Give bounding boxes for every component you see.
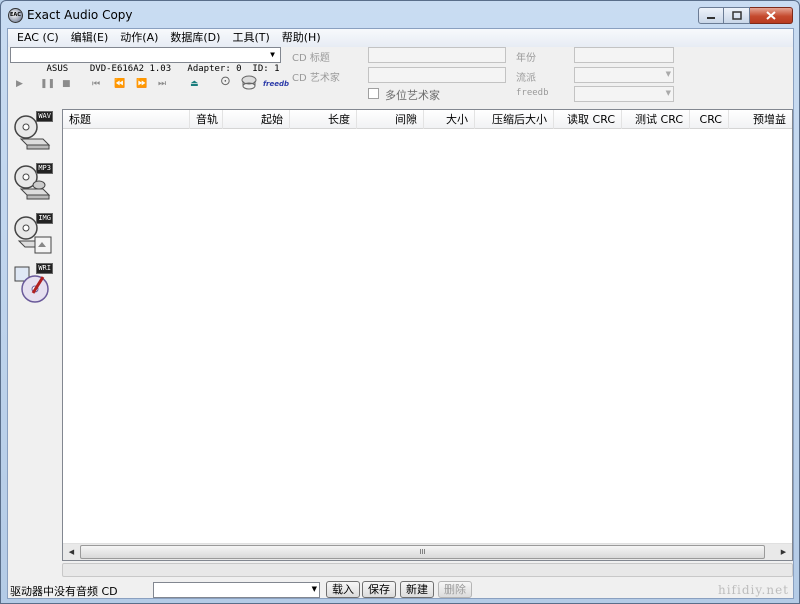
close-button[interactable] xyxy=(750,7,793,24)
menu-help[interactable]: 帮助(H) xyxy=(276,29,327,47)
client-area: EAC (C) 编辑(E) 动作(A) 数据库(D) 工具(T) 帮助(H) A… xyxy=(7,28,794,599)
menu-action[interactable]: 动作(A) xyxy=(114,29,164,47)
track-list[interactable]: 标题 音轨 起始 长度 间隙 大小 压缩后大小 读取 CRC 测试 CRC CR… xyxy=(62,109,793,561)
column-compressed-size[interactable]: 压缩后大小 xyxy=(475,110,554,129)
status-bar: 驱动器中没有音频 CD ▼ 载入 保存 新建 删除 xyxy=(8,580,793,599)
column-size[interactable]: 大小 xyxy=(424,110,475,129)
eac-logo-icon[interactable]: EAC xyxy=(8,8,23,23)
track-list-header: 标题 音轨 起始 长度 间隙 大小 压缩后大小 读取 CRC 测试 CRC CR… xyxy=(63,110,792,129)
menu-tools[interactable]: 工具(T) xyxy=(226,29,275,47)
copy-mp3-button[interactable]: MP3 xyxy=(13,163,53,207)
scroll-left-icon[interactable]: ◀ xyxy=(63,544,80,560)
copy-image-button[interactable]: IMG xyxy=(13,213,53,257)
pause-icon[interactable]: ❚❚ xyxy=(40,77,55,91)
close-icon xyxy=(766,11,776,20)
scroll-right-icon[interactable]: ▶ xyxy=(775,544,792,560)
load-button[interactable]: 载入 xyxy=(326,581,360,598)
column-length[interactable]: 长度 xyxy=(290,110,357,129)
delete-button[interactable]: 删除 xyxy=(438,581,472,598)
drive-select[interactable]: ASUS DVD-E616A2 1.03 Adapter: 0 ID: 1 ▼ xyxy=(10,47,281,74)
year-label: 年份 xyxy=(516,53,536,64)
mp3-tag: MP3 xyxy=(36,163,53,174)
scrollbar-thumb[interactable]: III xyxy=(80,545,765,559)
stop-icon[interactable]: ■ xyxy=(62,77,71,91)
progress-bar xyxy=(62,563,793,577)
profile-select[interactable]: ▼ xyxy=(153,582,320,598)
cd-title-field[interactable] xyxy=(368,47,506,63)
multi-artist-checkbox[interactable] xyxy=(368,88,379,99)
cd-title-label: CD 标题 xyxy=(292,53,330,64)
column-start[interactable]: 起始 xyxy=(223,110,290,129)
column-title[interactable]: 标题 xyxy=(63,110,190,129)
freedb-category-label: freedb xyxy=(516,88,549,98)
chevron-down-icon[interactable]: ▼ xyxy=(312,585,317,593)
maximize-icon xyxy=(731,11,742,20)
freedb-icon[interactable]: freedb xyxy=(263,77,289,91)
chevron-down-icon[interactable]: ▼ xyxy=(666,70,671,78)
eject-icon[interactable]: ⏏ xyxy=(190,77,199,91)
minimize-button[interactable] xyxy=(698,7,724,24)
menu-bar: EAC (C) 编辑(E) 动作(A) 数据库(D) 工具(T) 帮助(H) xyxy=(8,29,793,47)
column-test-crc[interactable]: 测试 CRC xyxy=(622,110,690,129)
img-tag: IMG xyxy=(36,213,53,224)
column-gap[interactable]: 间隙 xyxy=(357,110,424,129)
cd-database-icon[interactable] xyxy=(240,74,258,95)
column-read-crc[interactable]: 读取 CRC xyxy=(554,110,622,129)
column-pregain[interactable]: 预增益 xyxy=(729,110,792,129)
new-button[interactable]: 新建 xyxy=(400,581,434,598)
save-button[interactable]: 保存 xyxy=(362,581,396,598)
window-title: Exact Audio Copy xyxy=(27,8,133,22)
menu-database[interactable]: 数据库(D) xyxy=(164,29,226,47)
minimize-icon xyxy=(707,16,715,19)
cd-artist-field[interactable] xyxy=(368,67,506,83)
menu-edit[interactable]: 编辑(E) xyxy=(65,29,115,47)
column-track[interactable]: 音轨 xyxy=(190,110,223,129)
chevron-down-icon[interactable]: ▼ xyxy=(266,49,279,61)
status-text: 驱动器中没有音频 CD xyxy=(10,585,118,598)
cd-artist-label: CD 艺术家 xyxy=(292,73,340,84)
cd-info-icon[interactable]: ⊙ xyxy=(220,75,231,89)
drive-select-value: ASUS DVD-E616A2 1.03 Adapter: 0 ID: 1 xyxy=(46,64,280,74)
genre-label: 流派 xyxy=(516,73,536,84)
last-track-icon[interactable]: ⏭ xyxy=(158,77,166,91)
wav-tag: WAV xyxy=(36,111,53,122)
app-window: EAC Exact Audio Copy EAC (C) 编辑(E) 动作(A)… xyxy=(0,0,800,604)
next-track-icon[interactable]: ⏩ xyxy=(136,77,147,91)
column-crc[interactable]: CRC xyxy=(690,110,729,129)
watermark: hifidiy.net xyxy=(717,583,789,597)
chevron-down-icon[interactable]: ▼ xyxy=(666,89,671,97)
maximize-button[interactable] xyxy=(724,7,750,24)
first-track-icon[interactable]: ⏮ xyxy=(92,77,100,91)
play-icon[interactable]: ▶ xyxy=(16,77,23,91)
title-bar[interactable]: EAC Exact Audio Copy xyxy=(1,1,799,29)
write-cd-button[interactable]: WRI xyxy=(13,263,53,307)
multi-artist-label: 多位艺术家 xyxy=(385,89,440,102)
genre-select[interactable]: ▼ xyxy=(574,67,674,83)
previous-track-icon[interactable]: ⏪ xyxy=(114,77,125,91)
year-field[interactable] xyxy=(574,47,674,63)
wri-tag: WRI xyxy=(36,263,53,274)
freedb-category-select[interactable]: ▼ xyxy=(574,86,674,102)
copy-wav-button[interactable]: WAV xyxy=(13,111,53,155)
horizontal-scrollbar[interactable]: ◀ III ▶ xyxy=(63,543,792,560)
menu-eac[interactable]: EAC (C) xyxy=(11,29,65,47)
